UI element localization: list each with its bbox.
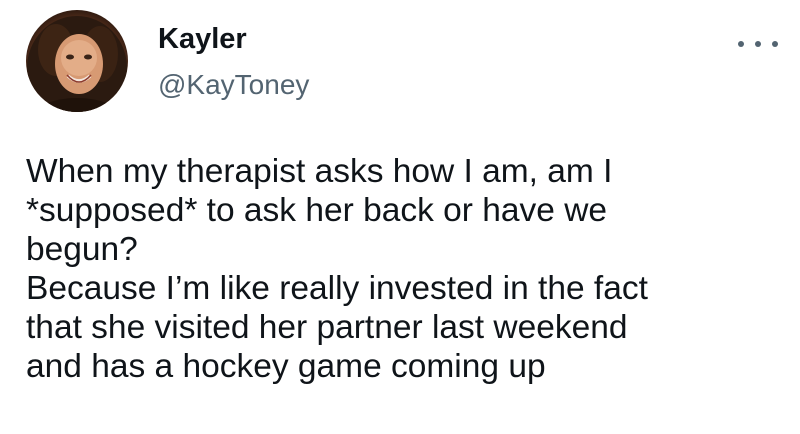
tweet-text: When my therapist asks how I am, am I *s…	[26, 152, 786, 386]
author-handle[interactable]: @KayToney	[158, 68, 309, 102]
tweet-line: begun?	[26, 231, 138, 268]
avatar[interactable]	[26, 10, 128, 112]
more-horizontal-icon-dot	[772, 41, 778, 47]
profile-photo-icon	[27, 16, 127, 112]
tweet-line: that she visited her partner last weeken…	[26, 309, 628, 346]
more-options-button[interactable]	[738, 34, 778, 54]
more-horizontal-icon-dot	[755, 41, 761, 47]
author-name[interactable]: Kayler	[158, 22, 247, 56]
tweet-line: *supposed* to ask her back or have we	[26, 192, 608, 229]
more-horizontal-icon	[738, 41, 744, 47]
tweet-card: Kayler @KayToney When my therapist asks …	[0, 0, 800, 434]
tweet-line: Because I’m like really invested in the …	[26, 270, 648, 307]
tweet-line: and has a hockey game coming up	[26, 348, 546, 385]
tweet-line: When my therapist asks how I am, am I	[26, 153, 613, 190]
